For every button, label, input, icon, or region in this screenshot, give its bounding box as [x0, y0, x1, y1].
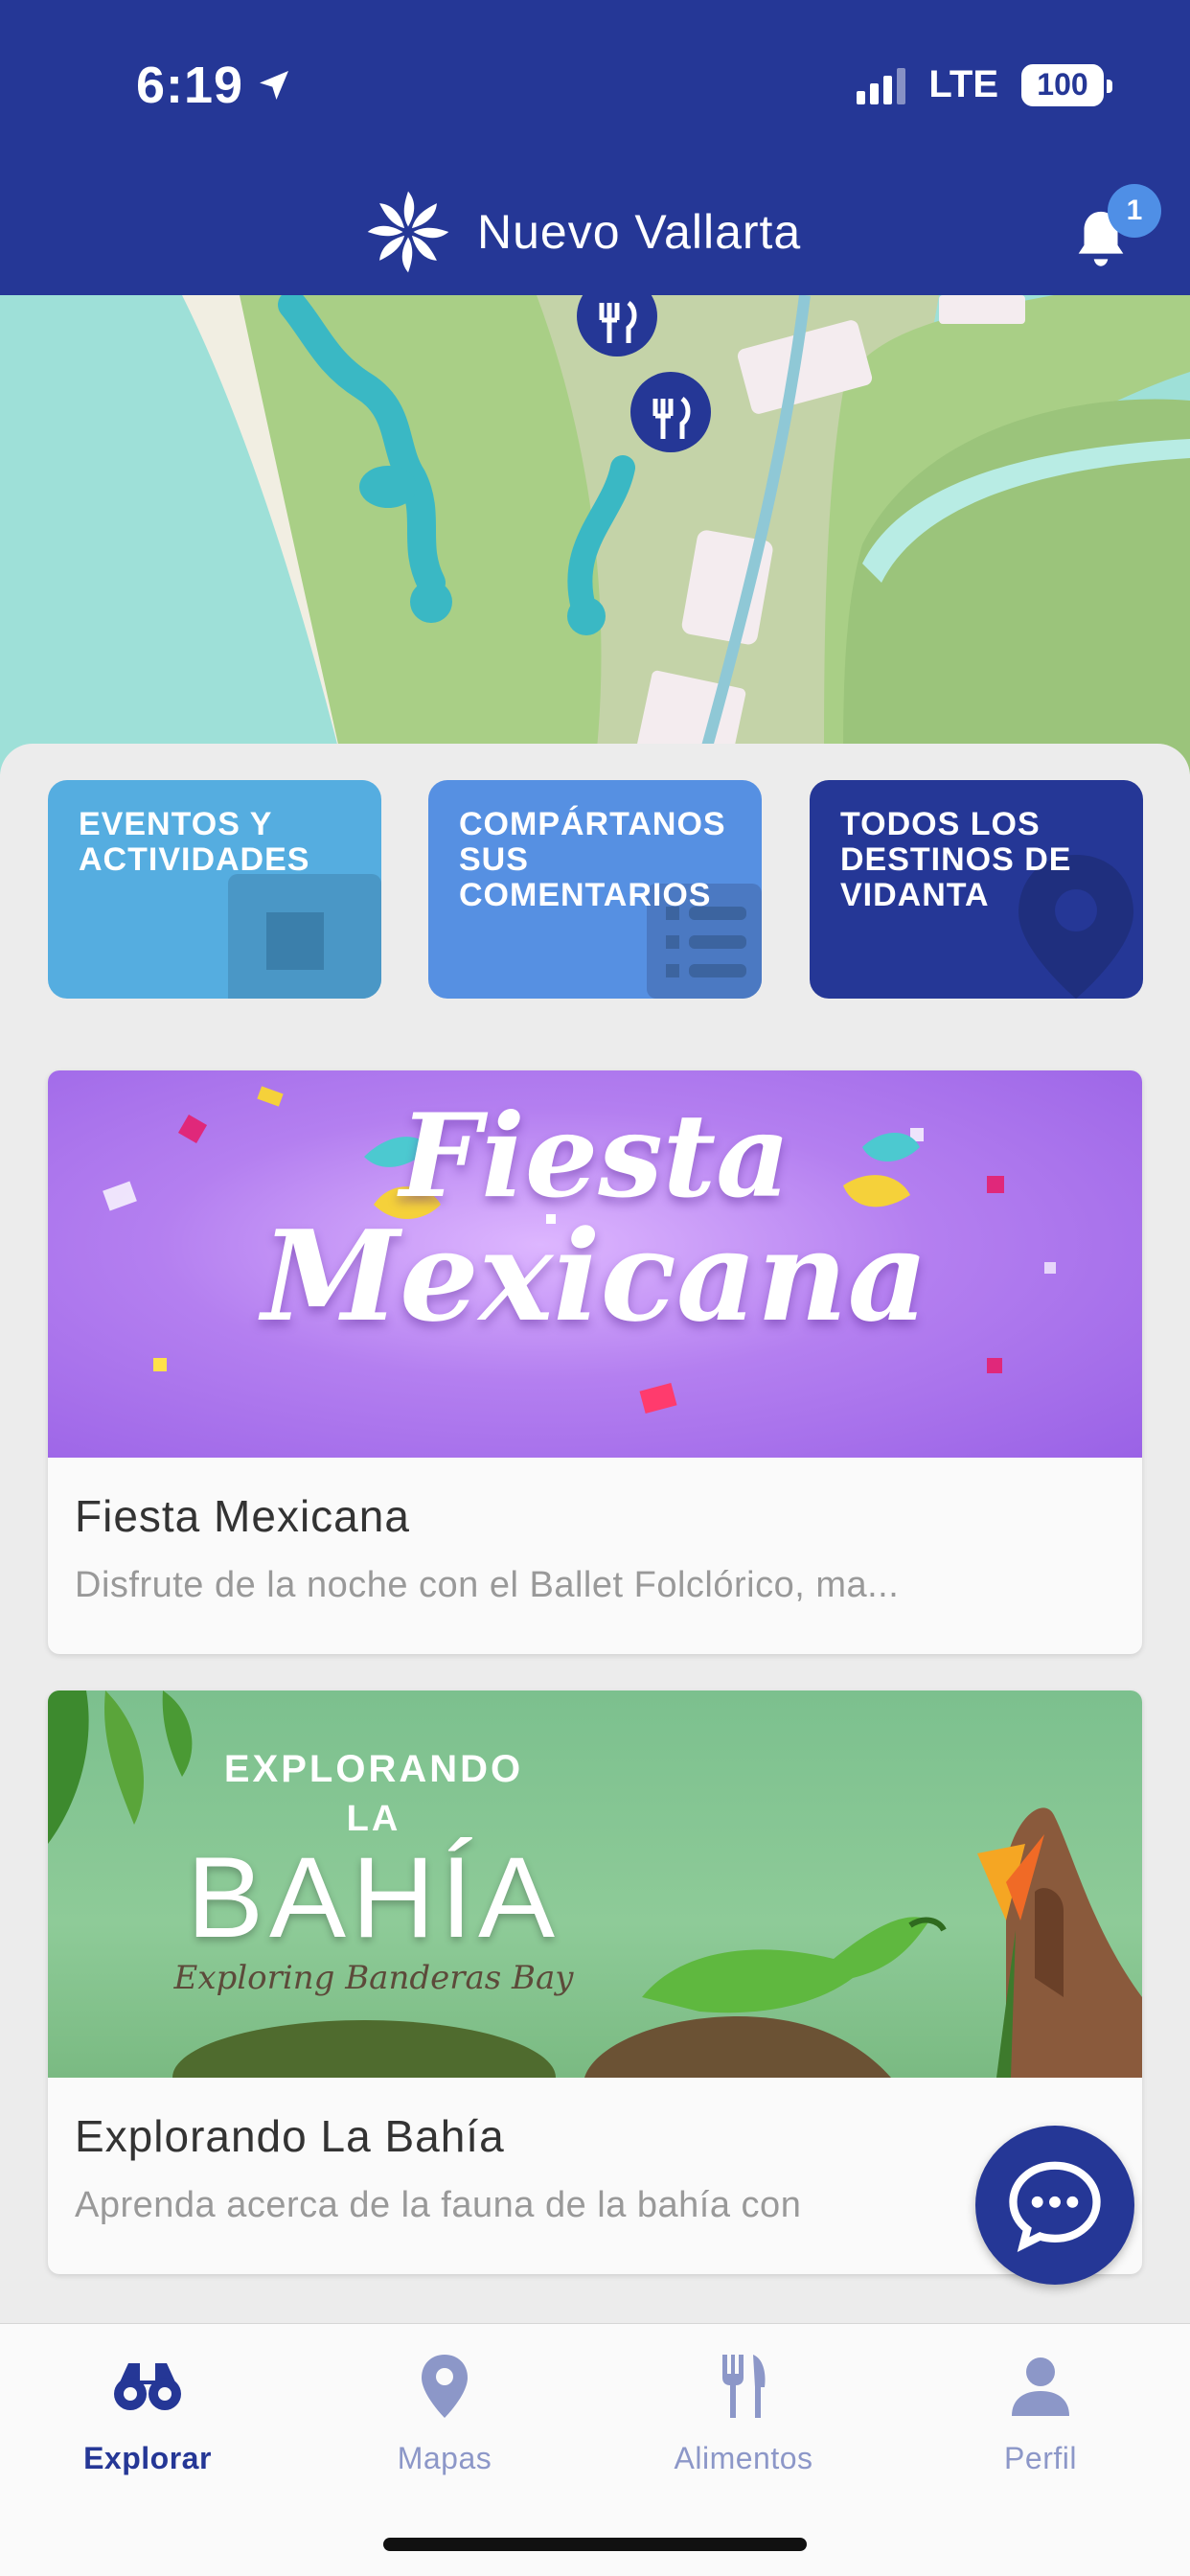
event-image-fiesta: Fiesta Mexicana — [48, 1070, 1142, 1458]
tab-alimentos[interactable]: Alimentos — [638, 2343, 849, 2506]
chat-button[interactable] — [975, 2126, 1134, 2285]
status-indicators: LTE 100 — [857, 63, 1112, 106]
tab-mapas[interactable]: Mapas — [339, 2343, 550, 2506]
card-title: Explorando La Bahía — [75, 2111, 505, 2161]
home-indicator — [383, 2538, 807, 2551]
tab-label: Alimentos — [674, 2441, 813, 2475]
chat-bubble-icon — [1009, 2161, 1101, 2252]
tile-destinations[interactable]: TODOS LOS DESTINOS DE VIDANTA — [810, 780, 1143, 999]
app-header: 6:19 LTE 100 Nuevo Vallarta 1 — [0, 0, 1190, 295]
tab-label: Mapas — [397, 2441, 492, 2475]
event-image-bahia: EXPLORANDO LA BAHÍA Exploring Banderas B… — [48, 1690, 1142, 2078]
battery-icon: 100 — [1021, 63, 1112, 106]
tile-label: EVENTOS Y ACTIVIDADES — [79, 806, 310, 878]
cellular-signal-icon — [857, 66, 906, 104]
notification-badge: 1 — [1108, 184, 1161, 238]
tab-explorar[interactable]: Explorar — [42, 2343, 253, 2506]
card-title: Fiesta Mexicana — [75, 1491, 410, 1541]
location-arrow-icon — [260, 71, 289, 100]
map-graphic — [0, 295, 1190, 774]
event-card[interactable]: Fiesta Mexicana Fiesta Mexicana Disfrute… — [48, 1070, 1142, 1654]
map-pin-icon — [422, 2355, 468, 2418]
tile-feedback[interactable]: COMPÁRTANOS SUS COMENTARIOS — [428, 780, 762, 999]
tile-events[interactable]: EVENTOS Y ACTIVIDADES — [48, 780, 381, 999]
restaurant-pin-icon[interactable] — [630, 372, 711, 452]
card-subtitle: Aprenda acerca de la fauna de la bahía c… — [75, 2185, 802, 2225]
binoculars-icon — [114, 2363, 181, 2410]
card-subtitle: Disfrute de la noche con el Ballet Folcl… — [75, 1565, 900, 1605]
fiesta-title-graphic: Fiesta Mexicana — [262, 1089, 928, 1349]
page-title: Nuevo Vallarta — [477, 205, 802, 259]
status-time: 6:19 — [136, 56, 293, 115]
fork-knife-icon — [722, 2355, 766, 2418]
tile-label: COMPÁRTANOS SUS COMENTARIOS — [459, 806, 726, 913]
bahia-title-graphic: EXPLORANDO LA BAHÍA Exploring Banderas B… — [173, 1748, 574, 1997]
tab-label: Perfil — [1004, 2441, 1077, 2475]
brand: Nuevo Vallarta — [364, 188, 801, 276]
tab-label: Explorar — [83, 2441, 212, 2475]
network-type: LTE — [928, 63, 998, 105]
vidanta-logo-icon — [367, 191, 449, 273]
tab-perfil[interactable]: Perfil — [935, 2343, 1146, 2506]
tile-label: TODOS LOS DESTINOS DE VIDANTA — [840, 806, 1072, 913]
user-icon — [1012, 2358, 1069, 2416]
resort-map[interactable] — [0, 295, 1190, 774]
